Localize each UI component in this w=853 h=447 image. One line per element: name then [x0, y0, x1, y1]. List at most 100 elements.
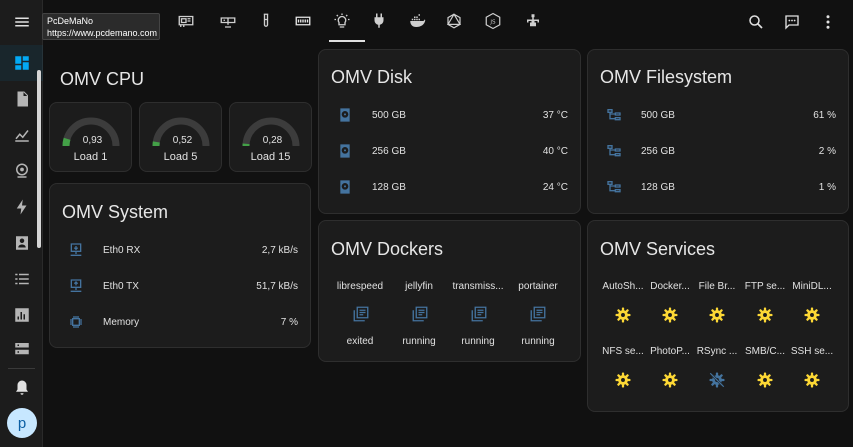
dashboard-icon [14, 56, 29, 70]
system-card: OMV System Eth0 RX 2,7 kB/s Eth0 TX 51,7… [49, 183, 311, 348]
tab-docker[interactable] [399, 7, 435, 35]
account-box-icon [15, 236, 28, 250]
tab-memory[interactable] [285, 7, 321, 35]
nas-icon [220, 17, 236, 28]
docker-icon [410, 14, 426, 27]
docker-name: transmiss... [452, 281, 504, 292]
top-bar: JS [43, 0, 853, 43]
svg-text:JS: JS [489, 20, 496, 26]
sidebar-scrollbar[interactable] [37, 70, 41, 248]
filesystem-row[interactable]: 256 GB 2 % [588, 142, 848, 162]
network-switch-icon [527, 14, 539, 27]
gauge-label: Load 1 [73, 151, 108, 163]
network-upload-icon [70, 279, 82, 292]
services-card: OMV Services AutoSh... Docker... File Br… [587, 220, 849, 412]
filesystem-row[interactable]: 500 GB 61 % [588, 106, 848, 126]
disk-row[interactable]: 256 GB 40 °C [319, 142, 580, 162]
gauge-value: 0,28 [262, 135, 283, 146]
disk-row[interactable]: 500 GB 37 °C [319, 106, 580, 126]
list-icon [14, 273, 29, 285]
docker-state: exited [346, 336, 374, 347]
service-name: AutoSh... [602, 281, 644, 292]
tab-light[interactable] [324, 7, 360, 35]
dockers-card-title: OMV Dockers [331, 239, 444, 259]
tab-network[interactable] [515, 7, 551, 35]
tab-graphql[interactable] [436, 7, 472, 35]
cog-icon[interactable] [756, 371, 774, 389]
tab-power[interactable] [361, 7, 397, 35]
sidebar-divider [8, 368, 35, 369]
row-value: 2 % [818, 146, 836, 157]
assist-button[interactable] [779, 9, 805, 35]
docker-state: running [461, 336, 495, 347]
docker-container-icon[interactable] [470, 305, 488, 323]
sidebar-item-statistics[interactable] [0, 297, 43, 333]
server-icon [14, 343, 29, 355]
gauge-load-5[interactable]: 0,52 Load 5 [139, 102, 222, 172]
filesystem-row[interactable]: 128 GB 1 % [588, 178, 848, 198]
network-card-icon [178, 15, 194, 27]
docker-container-icon[interactable] [352, 305, 370, 323]
cog-off-icon[interactable] [708, 371, 726, 389]
tooltip: PcDeMaNo https://www.pcdemano.com [42, 13, 160, 40]
tab-network-card[interactable] [168, 7, 204, 35]
network-download-icon [70, 243, 82, 256]
tooltip-url: https://www.pcdemano.com [47, 28, 158, 38]
row-label: Memory [103, 317, 140, 328]
filesystem-card: OMV Filesystem 500 GB 61 % 256 GB 2 % 12… [587, 49, 849, 214]
docker-container-icon[interactable] [529, 305, 547, 323]
system-row-eth0-tx[interactable]: Eth0 TX 51,7 kB/s [50, 277, 310, 297]
dots-vertical-icon [826, 15, 830, 29]
docker-container-icon[interactable] [411, 305, 429, 323]
menu-button[interactable] [0, 4, 43, 40]
search-icon [749, 15, 763, 29]
gauge-value: 0,52 [172, 135, 193, 146]
service-name: RSync ... [696, 346, 738, 357]
tab-nodejs[interactable]: JS [475, 7, 511, 35]
chart-line-icon [14, 130, 29, 142]
cog-icon[interactable] [803, 371, 821, 389]
bell-icon [15, 380, 28, 395]
row-label: 128 GB [372, 182, 406, 193]
system-row-eth0-rx[interactable]: Eth0 RX 2,7 kB/s [50, 241, 310, 261]
row-value: 24 °C [542, 182, 568, 193]
docker-name: portainer [518, 281, 558, 292]
docker-state: running [521, 336, 555, 347]
service-name: NFS se... [602, 346, 644, 357]
gauge-load-1[interactable]: 0,93 Load 1 [49, 102, 132, 172]
row-label: 500 GB [372, 110, 406, 121]
cog-icon[interactable] [756, 306, 774, 324]
row-label: Eth0 RX [103, 245, 141, 256]
power-plug-icon [374, 13, 384, 28]
graphql-icon [446, 13, 462, 29]
sidebar-item-server[interactable] [0, 331, 43, 367]
cog-icon[interactable] [661, 306, 679, 324]
sidebar-item-list[interactable] [0, 261, 43, 297]
webcam-icon [15, 163, 28, 178]
cog-icon[interactable] [803, 306, 821, 324]
active-tab-indicator [329, 40, 365, 42]
notifications-button[interactable] [0, 370, 43, 406]
cog-icon[interactable] [708, 306, 726, 324]
user-avatar[interactable]: p [7, 408, 37, 438]
disk-row[interactable]: 128 GB 24 °C [319, 178, 580, 198]
cog-icon[interactable] [614, 371, 632, 389]
cog-icon[interactable] [661, 371, 679, 389]
lightbulb-icon [334, 13, 350, 28]
system-row-memory[interactable]: Memory 7 % [50, 313, 310, 333]
tooltip-title: PcDeMaNo [47, 16, 94, 26]
service-name: SSH se... [790, 346, 834, 357]
cog-icon[interactable] [614, 306, 632, 324]
filesystem-card-title: OMV Filesystem [600, 67, 733, 87]
tab-test-tube[interactable] [248, 7, 284, 35]
gauge-label: Load 15 [250, 151, 291, 163]
services-card-title: OMV Services [600, 239, 716, 259]
more-options-button[interactable] [815, 9, 841, 35]
service-name: FTP se... [744, 281, 786, 292]
row-value: 2,7 kB/s [261, 245, 298, 256]
gauge-load-15[interactable]: 0,28 Load 15 [229, 102, 312, 172]
tab-nas[interactable] [210, 7, 246, 35]
disk-card-title: OMV Disk [331, 67, 412, 87]
search-button[interactable] [743, 9, 769, 35]
row-value: 40 °C [542, 146, 568, 157]
